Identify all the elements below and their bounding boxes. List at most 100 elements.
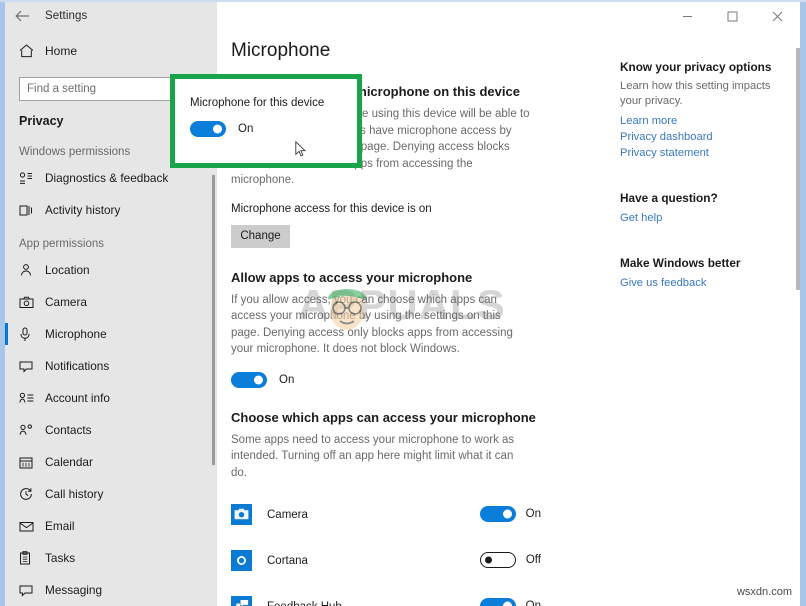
settings-window: Settings Home Find a setting Privacy Win… (0, 0, 806, 606)
list-item[interactable]: Feedback Hub On (231, 587, 541, 606)
back-arrow-icon[interactable] (5, 2, 39, 30)
sidebar-item-account-info[interactable]: Account info (5, 382, 217, 414)
app-toggle[interactable] (479, 552, 516, 568)
app-toggle-block: Off (479, 552, 541, 568)
sidebar-group-app-permissions: App permissions (19, 238, 105, 250)
have-a-question-block: Have a question? Get help (620, 191, 788, 226)
get-help-link[interactable]: Get help (620, 210, 788, 226)
email-icon (19, 517, 45, 535)
sidebar-item-label: Camera (45, 295, 87, 309)
allow-apps-toggle-state: On (279, 373, 295, 386)
microphone-device-callout: Microphone for this device On (170, 74, 362, 168)
sidebar-item-microphone[interactable]: Microphone (5, 318, 217, 350)
callout-toggle-row: On (190, 121, 357, 137)
location-icon (19, 261, 45, 279)
change-button[interactable]: Change (231, 224, 290, 248)
site-watermark: wsxdn.com (736, 586, 792, 598)
privacy-options-block: Know your privacy options Learn how this… (620, 60, 788, 161)
app-toggle[interactable] (479, 598, 516, 606)
app-permission-list: Camera On Cortana Off On (231, 495, 800, 606)
app-toggle-block: On (479, 506, 541, 522)
mouse-pointer-icon (295, 141, 306, 157)
messaging-icon (19, 581, 45, 599)
camera-icon (19, 293, 45, 311)
sidebar-item-notifications[interactable]: Notifications (5, 350, 217, 382)
list-item[interactable]: Cortana Off (231, 541, 541, 579)
have-a-question-heading: Have a question? (620, 191, 718, 205)
window-controls (665, 2, 800, 30)
microphone-icon (19, 325, 45, 343)
app-toggle-state: Off (525, 554, 541, 566)
sidebar-item-home-label: Home (45, 43, 78, 58)
app-toggle-block: On (479, 598, 541, 606)
camera-app-icon (231, 503, 252, 525)
allow-apps-toggle-row: On (231, 371, 800, 388)
sidebar-item-location[interactable]: Location (5, 254, 217, 286)
make-windows-better-block: Make Windows better Give us feedback (620, 256, 788, 291)
sidebar-item-tasks[interactable]: Tasks (5, 542, 217, 574)
feedback-hub-icon (231, 595, 252, 606)
tasks-icon (19, 549, 45, 567)
sidebar-item-label: Diagnostics & feedback (45, 171, 169, 185)
sidebar-item-label: Microphone (45, 327, 107, 341)
privacy-options-heading: Know your privacy options (620, 60, 772, 74)
sidebar-item-label: Location (45, 263, 90, 277)
sidebar-item-contacts[interactable]: Contacts (5, 414, 217, 446)
sidebar-item-calendar[interactable]: Calendar (5, 446, 217, 478)
privacy-dashboard-link[interactable]: Privacy dashboard (620, 129, 788, 145)
make-windows-better-heading: Make Windows better (620, 256, 741, 270)
give-us-feedback-link[interactable]: Give us feedback (620, 275, 788, 291)
close-button[interactable] (755, 2, 800, 30)
contacts-icon (19, 421, 45, 439)
diagnostics-icon (19, 169, 45, 187)
sidebar-item-home[interactable]: Home (5, 34, 217, 67)
app-toggle[interactable] (479, 506, 516, 522)
call-history-icon (19, 485, 45, 503)
sidebar-item-label: Contacts (45, 423, 92, 437)
learn-more-link[interactable]: Learn more (620, 113, 788, 129)
app-name: Cortana (267, 555, 308, 567)
sidebar-item-email[interactable]: Email (5, 510, 217, 542)
choose-apps-description: Some apps need to access your microphone… (231, 433, 515, 479)
app-toggle-state: On (525, 508, 541, 520)
app-text-block: Camera (267, 505, 480, 523)
content-scrollbar-thumb[interactable] (796, 48, 800, 290)
page-title: Microphone (231, 40, 331, 61)
sidebar-item-call-history[interactable]: Call history (5, 478, 217, 510)
list-item[interactable]: Camera On (231, 495, 541, 533)
app-name: Camera (267, 509, 308, 521)
sidebar-item-label: Tasks (45, 551, 76, 565)
sidebar-item-label: Account info (45, 391, 110, 405)
sidebar-item-camera[interactable]: Camera (5, 286, 217, 318)
sidebar-item-label: Notifications (45, 359, 110, 373)
calendar-icon (19, 453, 45, 471)
callout-label: Microphone for this device (190, 97, 325, 109)
sidebar-item-label: Calendar (45, 455, 93, 469)
sidebar-item-label: Activity history (45, 203, 121, 217)
app-text-block: Cortana (267, 551, 480, 569)
title-bar-left: Settings (5, 2, 217, 30)
activity-history-icon (19, 201, 45, 219)
privacy-options-description: Learn how this setting impacts your priv… (620, 80, 771, 107)
minimize-button[interactable] (665, 2, 710, 30)
title-bar-right (217, 2, 800, 30)
allow-apps-toggle[interactable] (231, 371, 267, 388)
privacy-statement-link[interactable]: Privacy statement (620, 145, 788, 161)
sidebar-item-activity-history[interactable]: Activity history (5, 194, 217, 226)
title-bar: Settings (5, 2, 800, 30)
app-toggle-state: On (525, 600, 541, 606)
home-icon (19, 43, 45, 58)
notifications-icon (19, 357, 45, 375)
sidebar-item-label: Call history (45, 487, 104, 501)
window-frame-right (800, 0, 806, 606)
choose-apps-heading: Choose which apps can access your microp… (231, 409, 536, 425)
cortana-app-icon (231, 549, 252, 571)
info-sidebar: Know your privacy options Learn how this… (620, 60, 788, 321)
microphone-device-toggle[interactable] (190, 121, 226, 137)
sidebar-item-messaging[interactable]: Messaging (5, 574, 217, 606)
maximize-button[interactable] (710, 2, 755, 30)
app-name: Feedback Hub (267, 601, 342, 606)
sidebar-scrollbar[interactable] (212, 175, 215, 465)
sidebar-item-label: Messaging (45, 583, 103, 597)
app-text-block: Feedback Hub (267, 597, 480, 606)
